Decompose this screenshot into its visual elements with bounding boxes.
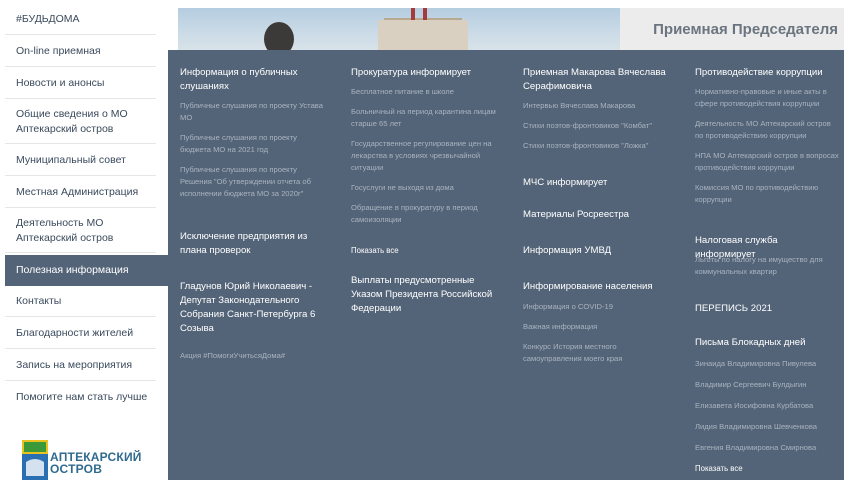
logo-text: АПТЕКАРСКИЙ ОСТРОВ (50, 450, 142, 476)
menu-heading-police[interactable]: Информация УМВД (523, 244, 675, 258)
menu-link[interactable]: Важная информация (523, 321, 653, 333)
menu-heading-public-info[interactable]: Информирование населения (523, 280, 675, 294)
menu-link[interactable]: Льготы по налогу на имущество для коммун… (695, 254, 835, 278)
menu-link[interactable]: Акция #ПомогиУчитьсяДома# (180, 350, 330, 362)
menu-link[interactable]: Конкурс История местного самоуправления … (523, 341, 653, 365)
sidebar-item-label: Контакты (16, 294, 62, 307)
menu-link[interactable]: Больничный на период карантина лицам ста… (351, 106, 496, 130)
sidebar-item-activity[interactable]: Деятельность МО Аптекарский остров (5, 209, 156, 253)
menu-link[interactable]: Публичные слушания по проекту Решения "О… (180, 164, 330, 200)
menu-link[interactable]: Государственное регулирование цен на лек… (351, 138, 496, 174)
sidebar-item-label: On-line приемная (16, 44, 101, 57)
menu-link[interactable]: Интервью Вячеслава Макарова (523, 100, 675, 112)
sidebar-item-label: Местная Администрация (16, 185, 139, 198)
menu-link[interactable]: Елизавета Иосифовна Курбатова (695, 400, 840, 412)
sidebar-item-general-info[interactable]: Общие сведения о МО Аптекарский остров (5, 100, 156, 144)
menu-link[interactable]: Лидия Владимировна Шевченкова (695, 421, 840, 433)
mega-menu: Информация о публичных слушаниях Публичн… (168, 50, 844, 480)
menu-link[interactable]: Публичные слушания по проекту бюджета МО… (180, 132, 330, 156)
sidebar-item-municipal-council[interactable]: Муниципальный совет (5, 145, 156, 176)
menu-heading-payments[interactable]: Выплаты предусмотренные Указом Президент… (351, 274, 503, 316)
menu-link[interactable]: Обращение в прокуратуру в период самоизо… (351, 202, 496, 226)
sidebar-item-label: Помогите нам стать лучше (16, 391, 148, 404)
header-banner-image (178, 8, 620, 50)
menu-heading-makarov-reception[interactable]: Приемная Макарова Вячеслава Серафимовича (523, 66, 675, 94)
sidebar-item-label: Новости и анонсы (16, 76, 105, 89)
menu-link[interactable]: Госуслуги не выходя из дома (351, 182, 496, 194)
sidebar-item-label: Общие сведения о МО Аптекарский остров (16, 108, 128, 135)
menu-heading-anticorruption[interactable]: Противодействие коррупции (695, 66, 840, 80)
menu-link[interactable]: Нормативно-правовые и иные акты в сфере … (695, 86, 840, 110)
sidebar-item-thanks[interactable]: Благодарности жителей (5, 318, 156, 349)
menu-heading-prosecutor[interactable]: Прокуратура информирует (351, 66, 503, 80)
menu-heading-census[interactable]: ПЕРЕПИСЬ 2021 (695, 302, 840, 316)
menu-heading-deputy[interactable]: Гладунов Юрий Николаевич - Депутат Закон… (180, 280, 330, 336)
sidebar-item-stay-home[interactable]: #БУДЬДОМА (5, 4, 156, 35)
menu-heading-rosreestr[interactable]: Материалы Росреестра (523, 208, 675, 222)
menu-link[interactable]: Бесплатное питание в школе (351, 86, 496, 98)
sidebar-item-useful-info[interactable]: Полезная информация (5, 255, 168, 286)
sidebar-item-online-reception[interactable]: On-line приемная (5, 36, 156, 67)
menu-heading-inspection-exclusion[interactable]: Исключение предприятия из плана проверок (180, 230, 330, 258)
menu-link[interactable]: Стихи поэтов-фронтовиков "Комбат" (523, 120, 675, 132)
menu-link[interactable]: Евгения Владимировна Смирнова (695, 442, 840, 454)
sidebar-item-help-us[interactable]: Помогите нам стать лучше (5, 382, 156, 413)
sidebar-item-news[interactable]: Новости и анонсы (5, 68, 156, 99)
sidebar-item-local-administration[interactable]: Местная Администрация (5, 177, 156, 208)
menu-link[interactable]: Зинаида Владимировна Пивулева (695, 358, 840, 370)
menu-link[interactable]: НПА МО Аптекарский остров в вопросах про… (695, 150, 840, 174)
menu-link[interactable]: Информация о COVID-19 (523, 301, 653, 313)
menu-link[interactable]: Владимир Сергеевич Булдыгин (695, 379, 840, 391)
show-all-link[interactable]: Показать все (695, 464, 743, 473)
sidebar-item-label: Муниципальный совет (16, 153, 126, 166)
sidebar-item-label: Запись на мероприятия (16, 358, 133, 371)
sidebar-item-label: Полезная информация (16, 264, 129, 277)
sidebar: #БУДЬДОМА On-line приемная Новости и ано… (0, 0, 168, 480)
portrait-shape (264, 22, 294, 50)
menu-heading-blockade-letters[interactable]: Письма Блокадных дней (695, 336, 840, 350)
menu-link[interactable]: Комиссия МО по противодействию коррупции (695, 182, 840, 206)
sidebar-item-label: Благодарности жителей (16, 326, 134, 339)
menu-heading-emergency[interactable]: МЧС информирует (523, 176, 675, 190)
sidebar-item-label: Деятельность МО Аптекарский остров (16, 217, 114, 244)
menu-link[interactable]: Публичные слушания по проекту Устава МО (180, 100, 330, 124)
menu-heading-public-hearings[interactable]: Информация о публичных слушаниях (180, 66, 330, 94)
menu-link[interactable]: Стихи поэтов-фронтовиков "Ложка" (523, 140, 675, 152)
sidebar-item-events-signup[interactable]: Запись на мероприятия (5, 350, 156, 381)
reception-title[interactable]: Приемная Председателя (620, 8, 844, 50)
show-all-link[interactable]: Показать все (351, 246, 399, 255)
menu-link[interactable]: Деятельность МО Аптекарский остров по пр… (695, 118, 840, 142)
sidebar-item-label: #БУДЬДОМА (16, 12, 80, 25)
building-shape (378, 20, 468, 50)
sidebar-item-contacts[interactable]: Контакты (5, 286, 156, 317)
